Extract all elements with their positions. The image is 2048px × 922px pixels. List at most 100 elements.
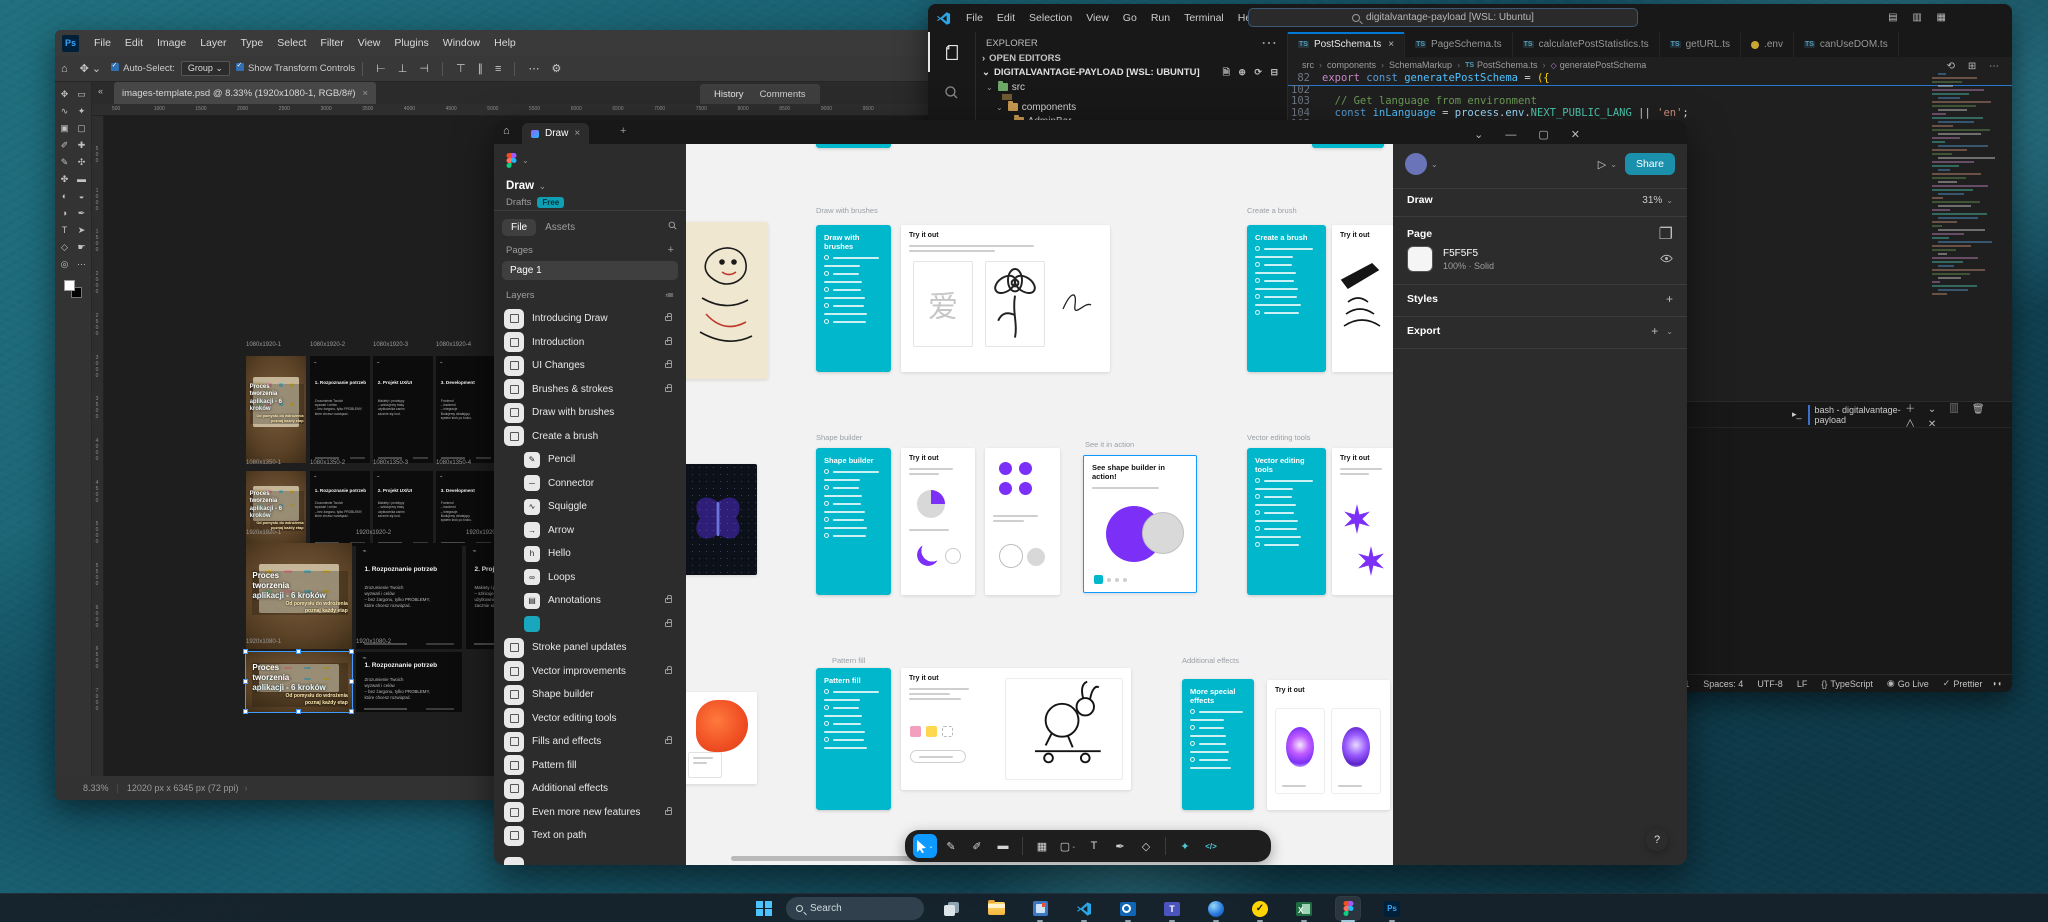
minimap[interactable] [1932, 73, 1998, 403]
gradient-tool-icon[interactable]: ◐ [57, 188, 73, 204]
layer-connector[interactable]: ─Connector [494, 472, 686, 495]
pen-tool[interactable]: ✒ [1108, 834, 1132, 858]
frame-paint-cut[interactable] [686, 692, 757, 784]
frame-try-shapes-1[interactable]: Try it out [901, 448, 975, 595]
ps-menu-edit[interactable]: Edit [125, 37, 143, 49]
frame-try-shapes-2[interactable] [985, 448, 1060, 595]
dodge-tool-icon[interactable]: ◑ [57, 205, 73, 221]
layer-annotations[interactable]: ▤Annotations [494, 589, 686, 612]
page-color-swatch[interactable] [1407, 246, 1433, 272]
layer-loops[interactable]: ∞Loops [494, 566, 686, 589]
align-left-icon[interactable]: ⊢ [376, 62, 386, 75]
hand-tool-icon[interactable]: ☛ [74, 239, 90, 255]
ps-menu-image[interactable]: Image [157, 37, 186, 49]
notifications-bell-icon[interactable]: ◗◖ [1992, 679, 2002, 688]
selection-handle[interactable] [243, 679, 248, 684]
layer-vector-improvements[interactable]: Vector improvements [494, 660, 686, 683]
tree-item-src[interactable]: ⌄src [976, 80, 1287, 94]
taskbar-excel-icon[interactable]: X [1292, 897, 1316, 920]
project-root-header[interactable]: DIGITALVANTAGE-PAYLOAD [WSL: UBUNTU] [994, 67, 1200, 78]
frame-tool[interactable]: ▦ [1030, 834, 1054, 858]
auto-select-checkbox[interactable] [111, 63, 119, 71]
taskbar-task-view-icon[interactable] [940, 897, 964, 920]
dev-mode-tool[interactable]: </> [1199, 834, 1223, 858]
zoom-value[interactable]: 31% [1642, 195, 1662, 206]
vscode-menu-run[interactable]: Run [1151, 12, 1170, 24]
move-tool-icon[interactable]: ✥ [57, 86, 73, 102]
frame-vector-editing[interactable]: Vector editing tools [1247, 448, 1326, 595]
ps-menu-select[interactable]: Select [277, 37, 306, 49]
selection-handle[interactable] [349, 649, 354, 654]
page-styles-icon[interactable]: ❐ [1659, 224, 1673, 244]
add-style-icon[interactable]: + [1666, 292, 1673, 306]
layer-draw-with-brushes[interactable]: Draw with brushes [494, 401, 686, 424]
editor-tab-getURL.ts[interactable]: TSgetURL.ts [1660, 32, 1741, 57]
section-label[interactable]: See it in action [1085, 440, 1134, 449]
actions-tool[interactable]: ✦ [1173, 834, 1197, 858]
lock-icon[interactable] [665, 669, 672, 674]
close-tab-icon[interactable]: × [574, 128, 580, 139]
terminal-tab-title[interactable]: bash - digitalvantage-payload [1808, 405, 1906, 425]
editor-tab-.env[interactable]: .env [1741, 32, 1794, 57]
clone-tool-icon[interactable]: ✣ [74, 154, 90, 170]
selection-handle[interactable] [296, 709, 301, 714]
artboard-label[interactable]: 1080x1920-2 [310, 342, 345, 348]
status-item-typescript[interactable]: {}TypeScript [1821, 679, 1873, 689]
crop-tool-icon[interactable]: ▣ [57, 120, 73, 136]
lock-icon[interactable] [665, 316, 672, 321]
selection-handle[interactable] [349, 679, 354, 684]
frame-shape-builder[interactable]: Shape builder [816, 448, 891, 595]
frame-try-pattern[interactable]: Try it out [901, 668, 1131, 790]
open-editors-header[interactable]: OPEN EDITORS [989, 53, 1061, 64]
artboard-label[interactable]: 1080x1920-4 [436, 342, 471, 348]
eraser-tool[interactable]: ▬ [991, 834, 1015, 858]
type-tool-icon[interactable]: T [57, 222, 73, 238]
select-shape-pill[interactable] [910, 750, 966, 763]
lock-icon[interactable] [665, 598, 672, 603]
frame-try-it-out-brush-cut[interactable]: Try it out [1332, 225, 1393, 372]
editor-tab-PageSchema.ts[interactable]: TSPageSchema.ts [1405, 32, 1513, 57]
brush-tool-icon[interactable]: ✎ [57, 154, 73, 170]
show-transform-checkbox[interactable] [236, 63, 244, 71]
layer-additional-effects[interactable]: Additional effects [494, 777, 686, 800]
workspace-gear-icon[interactable]: ⚙ [551, 62, 561, 75]
figma-menu-icon[interactable] [506, 153, 517, 168]
terminal-action-icons[interactable]: ＋ ⌄ ▥ 🗑 ∧ ✕ [1905, 400, 2004, 430]
tree-item-components[interactable]: ⌄components [976, 100, 1287, 114]
distribute-icon[interactable]: ⊤ [456, 62, 466, 75]
pen-tool-icon[interactable]: ✒ [74, 205, 90, 221]
layer-pattern-fill[interactable]: Pattern fill [494, 754, 686, 777]
group-dropdown[interactable]: Group ⌄ [181, 61, 230, 76]
align-right-icon[interactable]: ⊣ [419, 62, 429, 75]
ps-menu-file[interactable]: File [94, 37, 111, 49]
cut-frame-top-2[interactable] [1312, 144, 1384, 148]
vscode-menu-go[interactable]: Go [1123, 12, 1137, 24]
ps-menu-layer[interactable]: Layer [200, 37, 226, 49]
section-label[interactable]: Create a brush [1247, 206, 1297, 215]
layer-fills-and-effects[interactable]: Fills and effects [494, 730, 686, 753]
pages-header[interactable]: Pages [506, 245, 533, 256]
zoom-chevron-icon[interactable]: ⌄ [1666, 196, 1673, 205]
ps-menu-plugins[interactable]: Plugins [394, 37, 428, 49]
ps-menu-view[interactable]: View [358, 37, 381, 49]
section-label[interactable]: Pattern fill [832, 656, 865, 665]
color-hex[interactable]: F5F5F5 [1443, 248, 1494, 259]
selection-handle[interactable] [349, 709, 354, 714]
frame-create-a-brush[interactable]: Create a brush [1247, 225, 1326, 372]
minimize-icon[interactable]: — [1505, 129, 1516, 141]
color-swatches[interactable] [64, 280, 82, 298]
artboard-label[interactable]: 1920x1080-1 [246, 639, 281, 645]
editor-tab-calculatePostStatistics.ts[interactable]: TScalculatePostStatistics.ts [1513, 32, 1660, 57]
taskbar-edge-icon[interactable] [1204, 897, 1228, 920]
layers-sort-icon[interactable]: ≔ [665, 290, 674, 301]
taskbar-start-button[interactable] [752, 897, 776, 920]
artboard-label[interactable]: 1920x1920-2 [356, 530, 391, 536]
move-tool[interactable]: ⌄ [913, 834, 937, 858]
layout-toggle-icons[interactable]: ▤ ▥ ▦ [1888, 12, 1952, 23]
shape-tool[interactable]: ▢⌄ [1056, 834, 1080, 858]
cut-frame-top-1[interactable] [816, 144, 891, 148]
add-page-icon[interactable]: + [668, 244, 674, 256]
present-icon[interactable]: ▷ [1598, 158, 1606, 171]
frame-action-selected[interactable]: See shape builder in action! [1083, 455, 1197, 593]
document-tab[interactable]: images-template.psd @ 8.33% (1920x1080-1… [114, 82, 376, 104]
